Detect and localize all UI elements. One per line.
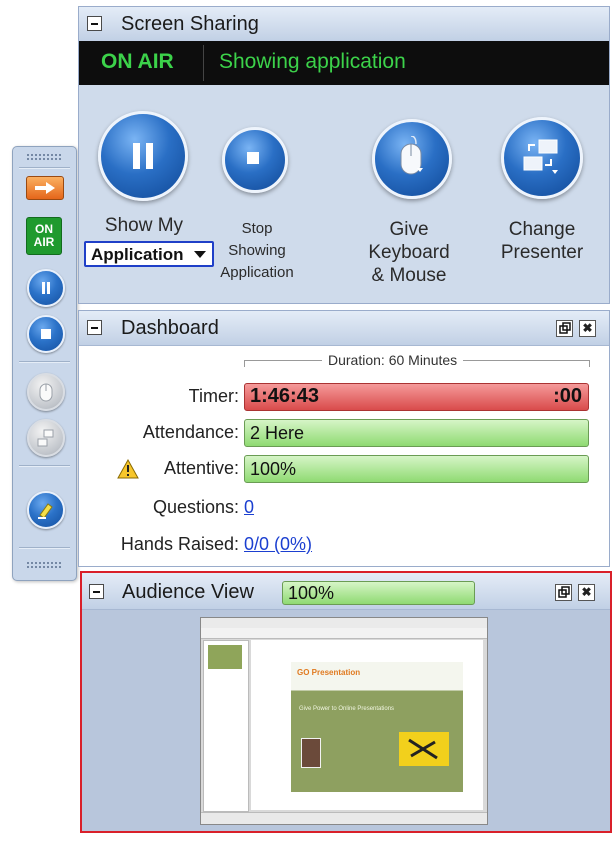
thumbnail-canvas: GO Presentation Give Power to Online Pre… bbox=[251, 640, 483, 810]
give-control-button[interactable] bbox=[27, 373, 65, 411]
stop-line1: Stop bbox=[241, 220, 273, 237]
divider bbox=[19, 361, 70, 363]
dashboard-header: Dashboard ✖ bbox=[79, 311, 609, 346]
questions-link[interactable]: 0 bbox=[244, 497, 254, 518]
dashboard-panel: Dashboard ✖ Duration: 60 Minutes Timer: … bbox=[78, 310, 610, 567]
arrow-icon bbox=[35, 182, 55, 194]
timer-label: Timer: bbox=[188, 386, 239, 406]
give-line2: Keyboard bbox=[368, 242, 450, 263]
screen-sharing-panel: Screen Sharing ON AIR Showing applicatio… bbox=[78, 6, 610, 304]
attentive-label: Attentive: bbox=[163, 458, 239, 478]
on-air-line2: AIR bbox=[33, 235, 55, 249]
give-keyboard-mouse-button[interactable] bbox=[372, 119, 452, 199]
timer-value: 1:46:43 bbox=[250, 385, 319, 407]
shared-screen-thumbnail: GO Presentation Give Power to Online Pre… bbox=[200, 617, 488, 825]
duration-tick bbox=[244, 360, 245, 367]
give-line3: & Mouse bbox=[371, 265, 447, 286]
show-my-label: Show My bbox=[104, 215, 184, 236]
duration-tick bbox=[589, 360, 590, 367]
audience-view-panel: Audience View 100% ✖ GO Presentation Giv… bbox=[80, 571, 612, 833]
panel-title: Audience View bbox=[122, 581, 254, 603]
stop-sharing-label: Stop Showing Application bbox=[207, 218, 307, 284]
toolbar-grip-top[interactable] bbox=[26, 153, 62, 161]
thumbnail-toolbar bbox=[201, 628, 487, 639]
on-air-label: ON AIR bbox=[101, 50, 174, 73]
collapse-icon[interactable] bbox=[87, 320, 102, 335]
panel-title: Screen Sharing bbox=[121, 13, 259, 35]
warning-icon bbox=[117, 459, 139, 479]
close-icon[interactable]: ✖ bbox=[579, 320, 596, 337]
change-presenter-button[interactable] bbox=[27, 419, 65, 457]
highlighter-icon bbox=[38, 503, 53, 519]
stop-button[interactable] bbox=[27, 315, 65, 353]
presenter-toolbar: ON AIR bbox=[12, 146, 77, 581]
change-presenter-button[interactable] bbox=[501, 117, 583, 199]
attentive-bar: 100% bbox=[244, 455, 589, 483]
give-line1: Give bbox=[389, 219, 429, 240]
dashboard-body: Duration: 60 Minutes Timer: 1:46:43 :00 … bbox=[79, 346, 609, 566]
stop-line3: Application bbox=[220, 264, 294, 281]
panel-title: Dashboard bbox=[121, 317, 219, 339]
screen-sharing-header: Screen Sharing bbox=[79, 7, 609, 42]
close-icon[interactable]: ✖ bbox=[578, 584, 595, 601]
audience-meter: 100% bbox=[282, 581, 475, 605]
change-line1: Change bbox=[508, 219, 576, 240]
duration-label: Duration: 60 Minutes bbox=[322, 352, 464, 368]
share-type-value: Application bbox=[91, 245, 184, 264]
pause-sharing-button[interactable] bbox=[98, 111, 188, 201]
chevron-down-icon bbox=[194, 251, 206, 258]
thumbnail-statusbar bbox=[201, 812, 487, 824]
thumbnail-slide-main: GO Presentation Give Power to Online Pre… bbox=[291, 662, 463, 792]
sharing-status: Showing application bbox=[219, 50, 406, 73]
pause-icon bbox=[146, 143, 153, 169]
timer-bar: 1:46:43 :00 bbox=[244, 383, 589, 411]
pause-icon bbox=[133, 143, 140, 169]
restore-icon[interactable] bbox=[556, 320, 573, 337]
divider bbox=[19, 465, 70, 467]
mouse-icon bbox=[39, 383, 53, 402]
attendance-bar: 2 Here bbox=[244, 419, 589, 447]
change-presenter-label: Change Presenter bbox=[487, 218, 597, 264]
toolbar-grip-bottom[interactable] bbox=[26, 561, 62, 569]
stop-line2: Showing bbox=[228, 242, 286, 259]
presenter-photo bbox=[301, 738, 321, 768]
stop-sharing-button[interactable] bbox=[222, 127, 288, 193]
collapse-icon[interactable] bbox=[87, 16, 102, 31]
share-type-select[interactable]: Application bbox=[84, 241, 214, 267]
restore-icon[interactable] bbox=[555, 584, 572, 601]
pause-button[interactable] bbox=[27, 269, 65, 307]
slide-text: Give Power to Online Presentations bbox=[299, 706, 395, 712]
hands-raised-label: Hands Raised: bbox=[120, 534, 239, 554]
pause-icon bbox=[41, 282, 51, 294]
divider bbox=[203, 45, 204, 81]
highlighter-button[interactable] bbox=[27, 491, 65, 529]
stop-icon bbox=[41, 329, 51, 339]
arrow-button[interactable] bbox=[26, 176, 64, 200]
thumbnail-slide-pane bbox=[203, 640, 249, 812]
divider bbox=[19, 167, 70, 169]
slide-image bbox=[399, 732, 449, 766]
change-presenter-icon bbox=[37, 429, 54, 447]
change-line2: Presenter bbox=[500, 242, 584, 263]
mouse-icon bbox=[400, 136, 423, 175]
audience-view-header: Audience View 100% ✖ bbox=[82, 573, 610, 610]
attendance-label: Attendance: bbox=[142, 422, 239, 442]
give-control-label: Give Keyboard & Mouse bbox=[359, 218, 459, 287]
divider bbox=[19, 547, 70, 549]
slide-title: GO Presentation bbox=[297, 668, 361, 677]
on-air-badge: ON AIR bbox=[26, 217, 62, 255]
collapse-icon[interactable] bbox=[89, 584, 104, 599]
stop-icon bbox=[247, 152, 259, 164]
thumbnail-slide bbox=[208, 645, 242, 669]
timer-suffix: :00 bbox=[553, 385, 582, 407]
questions-label: Questions: bbox=[152, 497, 239, 517]
change-presenter-icon bbox=[523, 139, 558, 174]
hands-raised-link[interactable]: 0/0 (0%) bbox=[244, 534, 312, 555]
on-air-bar: ON AIR Showing application bbox=[79, 41, 609, 85]
